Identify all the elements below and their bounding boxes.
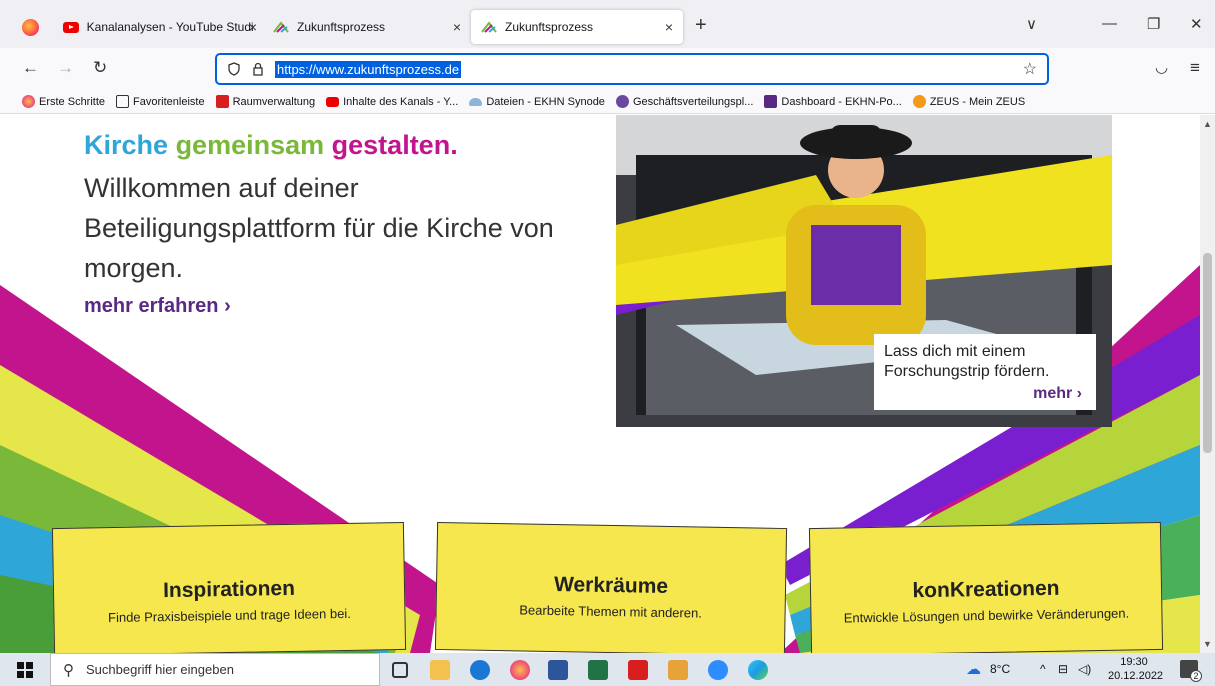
list-all-tabs-icon[interactable]: ∨ xyxy=(1026,15,1037,33)
cloud-icon xyxy=(469,97,483,106)
internet-explorer-icon[interactable] xyxy=(470,660,490,680)
outlook-icon[interactable] xyxy=(668,660,688,680)
menu-icon[interactable]: ≡ xyxy=(1190,58,1200,78)
chevron-right-icon: › xyxy=(1076,385,1082,402)
zoom-icon[interactable] xyxy=(708,660,728,680)
intro-text: Willkommen auf deiner Beteiligungsplattf… xyxy=(84,173,554,283)
headline-word-kirche: Kirche xyxy=(84,130,169,160)
headline-word-gestalten: gestalten. xyxy=(331,130,458,160)
card-title: Werkräume xyxy=(553,573,669,598)
card-text: Bearbeite Themen mit anderen. xyxy=(519,602,703,621)
raumverwaltung-icon xyxy=(215,95,229,108)
firefox-icon xyxy=(22,95,35,108)
new-tab-button[interactable]: + xyxy=(695,14,707,37)
restore-icon[interactable]: ❐ xyxy=(1147,15,1160,33)
page-headline: Kirche gemeinsam gestalten. xyxy=(84,130,458,161)
web-page: Kirche gemeinsam gestalten. Willkommen a… xyxy=(0,115,1200,653)
caption-line-1: Lass dich mit einem xyxy=(884,343,1026,360)
firefox-taskbar-icon[interactable] xyxy=(510,660,530,680)
tab-youtube-studio[interactable]: Kanalanalysen - YouTube Studio × xyxy=(53,10,263,44)
tab-zukunftsprozess-active[interactable]: Zukunftsprozess × xyxy=(471,10,683,44)
card-konkreationen[interactable]: konKreationen Entwickle Lösungen und bew… xyxy=(808,521,1164,653)
file-explorer-icon[interactable] xyxy=(430,660,450,680)
chevron-right-icon: › xyxy=(224,295,231,317)
tab-close-icon[interactable]: × xyxy=(453,19,461,35)
minimize-icon[interactable]: — xyxy=(1102,15,1117,32)
tab-bar: Kanalanalysen - YouTube Studio × Zukunft… xyxy=(0,0,1215,48)
lock-icon[interactable] xyxy=(251,62,265,76)
navigation-bar: ← → ↻ https://www.zukunftsprozess.de ☆ ◡… xyxy=(0,48,1215,90)
taskbar-clock[interactable]: 19:30 20.12.2022 xyxy=(1108,655,1164,683)
tab-title: Zukunftsprozess xyxy=(505,20,594,34)
windows-start-icon[interactable] xyxy=(17,662,33,678)
forward-icon[interactable]: → xyxy=(57,58,74,78)
close-window-icon[interactable]: ✕ xyxy=(1190,15,1203,33)
card-title: Inspirationen xyxy=(162,576,296,603)
windows-taskbar: ⚲ Suchbegriff hier eingeben ☁ 8°C ^ ⊟ ◁)… xyxy=(0,653,1215,686)
network-icon[interactable]: ⊟ xyxy=(1058,662,1068,676)
search-placeholder: Suchbegriff hier eingeben xyxy=(86,662,234,677)
card-werkraeume[interactable]: Werkräume Bearbeite Themen mit anderen. xyxy=(434,521,788,653)
dashboard-icon xyxy=(764,95,778,108)
bookmark-dateien-ekhn-synode[interactable]: Dateien - EKHN Synode xyxy=(469,96,605,108)
mehr-erfahren-link[interactable]: mehr erfahren › xyxy=(84,295,231,318)
tab-title: Zukunftsprozess xyxy=(297,20,386,34)
caption-more-link[interactable]: mehr › xyxy=(1033,384,1082,404)
zukunftsprozess-logo-icon xyxy=(481,21,497,33)
back-icon[interactable]: ← xyxy=(22,58,39,78)
shield-icon[interactable] xyxy=(227,62,241,76)
excel-icon[interactable] xyxy=(588,660,608,680)
scroll-thumb[interactable] xyxy=(1203,253,1212,453)
card-title: konKreationen xyxy=(912,576,1060,603)
scroll-up-icon[interactable]: ▲ xyxy=(1203,119,1212,129)
bookmark-zeus[interactable]: ZEUS - Mein ZEUS xyxy=(912,95,1025,108)
task-view-icon[interactable] xyxy=(392,662,408,678)
cloud-weather-icon[interactable]: ☁ xyxy=(966,660,981,678)
card-inspirationen[interactable]: Inspirationen Finde Praxisbeispiele und … xyxy=(51,521,407,653)
bookmarks-bar: Erste Schritte Favoritenleiste Raumverwa… xyxy=(0,90,1215,114)
clock-time: 19:30 xyxy=(1120,656,1148,668)
headline-word-gemeinsam: gemeinsam xyxy=(175,130,325,160)
tab-close-icon[interactable]: × xyxy=(665,19,673,35)
zeus-icon xyxy=(912,95,926,108)
bookmark-inhalte-des-kanals[interactable]: Inhalte des Kanals - Y... xyxy=(326,96,458,108)
word-icon[interactable] xyxy=(548,660,568,680)
bookmark-erste-schritte[interactable]: Erste Schritte xyxy=(22,95,105,108)
speaker-icon[interactable]: ◁) xyxy=(1078,662,1091,676)
scroll-down-icon[interactable]: ▼ xyxy=(1203,639,1212,649)
clock-date: 20.12.2022 xyxy=(1108,670,1164,682)
bookmark-dashboard-ekhn[interactable]: Dashboard - EKHN-Po... xyxy=(764,95,902,108)
card-text: Finde Praxisbeispiele und trage Ideen be… xyxy=(107,605,351,626)
youtube-icon xyxy=(63,21,79,33)
pocket-icon[interactable]: ◡ xyxy=(1155,58,1168,76)
youtube-icon xyxy=(326,96,340,107)
taskbar-search-box[interactable]: ⚲ Suchbegriff hier eingeben xyxy=(50,653,380,686)
search-icon: ⚲ xyxy=(63,661,74,679)
tab-close-icon[interactable]: × xyxy=(249,19,257,35)
notification-count-badge: 2 xyxy=(1190,670,1202,682)
tray-chevron-up-icon[interactable]: ^ xyxy=(1040,662,1046,676)
bookmark-star-icon[interactable]: ☆ xyxy=(1023,59,1037,79)
tab-zukunftsprozess-1[interactable]: Zukunftsprozess × xyxy=(263,10,471,44)
url-text[interactable]: https://www.zukunftsprozess.de xyxy=(275,60,462,78)
network-icon xyxy=(615,95,629,108)
card-text: Entwickle Lösungen und bewirke Veränderu… xyxy=(843,605,1130,626)
reload-icon[interactable]: ↻ xyxy=(93,58,107,78)
bookmark-favoritenleiste[interactable]: Favoritenleiste xyxy=(116,95,205,108)
folder-icon xyxy=(116,95,130,108)
bookmark-raumverwaltung[interactable]: Raumverwaltung xyxy=(215,95,315,108)
zukunftsprozess-logo-icon xyxy=(273,21,289,33)
hero-caption-box[interactable]: Lass dich mit einem Forschungstrip förde… xyxy=(874,334,1096,410)
edge-icon[interactable] xyxy=(748,660,768,680)
tab-title: Kanalanalysen - YouTube Studio xyxy=(86,20,253,34)
caption-line-2: Forschungstrip fördern. xyxy=(884,363,1050,380)
bookmark-geschaeftsverteilungsplan[interactable]: Geschäftsverteilungspl... xyxy=(615,95,753,108)
acrobat-icon[interactable] xyxy=(628,660,648,680)
weather-temperature[interactable]: 8°C xyxy=(990,662,1010,676)
firefox-icon[interactable] xyxy=(22,19,39,36)
url-bar[interactable]: https://www.zukunftsprozess.de ☆ xyxy=(216,54,1048,84)
page-scrollbar[interactable]: ▲ ▼ xyxy=(1200,115,1215,653)
